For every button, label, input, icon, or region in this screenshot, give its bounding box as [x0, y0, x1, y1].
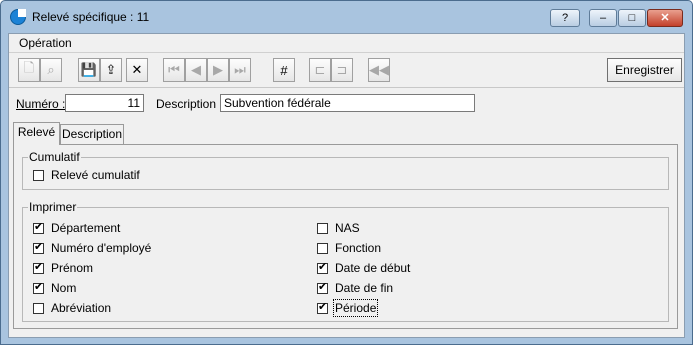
export-icon: ⇪ — [105, 62, 117, 77]
new-icon: 🗋 — [23, 60, 35, 75]
binoculars-button[interactable]: ⌕ — [40, 58, 62, 82]
checkbox-label: Date de fin — [335, 281, 394, 295]
menu-bar: Opération — [9, 34, 684, 51]
checkbox-label: NAS — [335, 221, 360, 235]
next-record-button[interactable]: ▶ — [207, 58, 229, 82]
maximize-button[interactable]: □ — [618, 9, 646, 27]
checkbox-label: Nom — [51, 281, 77, 295]
checkbox-label: Prénom — [51, 261, 94, 275]
window: Relevé spécifique : 11 ? – □ ✕ Opération… — [0, 0, 693, 345]
first-record-button[interactable]: ⏮ — [163, 58, 185, 82]
tab-description[interactable]: Description — [60, 124, 124, 145]
save-button[interactable]: 💾 — [78, 58, 100, 82]
previous-record-icon: ◀ — [191, 62, 201, 77]
checkbox-box[interactable] — [33, 261, 44, 274]
next-record-icon: ▶ — [213, 62, 223, 77]
delete-icon: ✕ — [131, 62, 143, 77]
checkbox-box[interactable] — [33, 169, 44, 181]
checkbox-label: Département — [51, 221, 121, 235]
app-icon — [10, 9, 26, 25]
export-button[interactable]: ⇪ — [100, 58, 122, 82]
help-button[interactable]: ? — [550, 9, 580, 27]
rewind-icon: ◀◀ — [369, 62, 389, 77]
checkbox-box[interactable] — [317, 222, 328, 234]
rewind-button[interactable]: ◀◀ — [368, 58, 390, 82]
checkbox-right-2[interactable]: Date de début — [317, 261, 410, 275]
close-button[interactable]: ✕ — [647, 9, 683, 27]
tab-panel: Cumulatif Relevé cumulatif Imprimer Dépa… — [13, 144, 678, 329]
checkbox-releve-cumulatif[interactable]: Relevé cumulatif — [33, 168, 140, 182]
renumber-icon: # — [280, 62, 288, 78]
group-title: Cumulatif — [28, 150, 81, 164]
save-icon: 💾 — [80, 62, 98, 77]
checkbox-box[interactable] — [317, 261, 328, 274]
cumulatif-group: Cumulatif Relevé cumulatif — [22, 150, 669, 190]
last-record-button[interactable]: ⏭ — [229, 58, 251, 82]
merge-right-button[interactable]: ⊐ — [331, 58, 353, 82]
client-area: Opération 🗋 ⌕ 💾 ⇪ ✕ ⏮ ◀ ▶ ⏭ # ⊏ ⊐ ◀◀ Enregistrer Num… — [8, 33, 685, 338]
divider — [9, 87, 684, 88]
checkbox-label: Numéro d'employé — [51, 241, 152, 255]
menu-operation[interactable]: Opération — [19, 36, 72, 50]
merge-right-icon: ⊐ — [336, 62, 348, 77]
tab-releve[interactable]: Relevé — [13, 122, 60, 145]
renumber-button[interactable]: # — [273, 58, 295, 82]
checkbox-label: Période — [332, 299, 379, 317]
checkbox-box[interactable] — [317, 301, 328, 314]
checkbox-left-3[interactable]: Nom — [33, 281, 76, 295]
checkbox-box[interactable] — [33, 241, 44, 254]
description-label: Description : — [156, 97, 223, 111]
checkbox-box[interactable] — [317, 281, 328, 294]
checkbox-right-4[interactable]: Période — [317, 299, 379, 317]
save-button[interactable]: Enregistrer — [607, 58, 682, 82]
tab-label: Relevé — [17, 125, 56, 139]
title-bar[interactable]: Relevé spécifique : 11 ? – □ ✕ — [1, 1, 692, 33]
first-record-icon: ⏮ — [168, 62, 180, 77]
new-button[interactable]: 🗋 — [18, 58, 40, 82]
checkbox-left-1[interactable]: Numéro d'employé — [33, 241, 151, 255]
imprimer-group: Imprimer Département Numéro d'employé Prén… — [22, 200, 669, 322]
description-field[interactable]: Subvention fédérale — [220, 94, 475, 112]
numero-field[interactable]: 11 — [65, 94, 144, 112]
checkbox-box[interactable] — [33, 221, 44, 234]
merge-left-icon: ⊏ — [314, 62, 326, 77]
checkbox-label: Date de début — [335, 261, 411, 275]
delete-button[interactable]: ✕ — [126, 58, 148, 82]
checkbox-box[interactable] — [33, 302, 44, 314]
checkbox-label: Fonction — [335, 241, 382, 255]
checkbox-right-0[interactable]: NAS — [317, 221, 360, 235]
binoculars-icon: ⌕ — [47, 62, 55, 77]
checkbox-label: Abréviation — [51, 301, 112, 315]
checkbox-label: Relevé cumulatif — [51, 168, 140, 182]
group-title: Imprimer — [28, 200, 78, 214]
checkbox-right-1[interactable]: Fonction — [317, 241, 381, 255]
last-record-icon: ⏭ — [234, 62, 246, 77]
checkbox-right-3[interactable]: Date de fin — [317, 281, 393, 295]
checkbox-left-0[interactable]: Département — [33, 221, 120, 235]
minimize-button[interactable]: – — [589, 9, 617, 27]
checkbox-box[interactable] — [33, 281, 44, 294]
checkbox-left-2[interactable]: Prénom — [33, 261, 93, 275]
checkbox-box[interactable] — [317, 242, 328, 254]
divider — [9, 52, 684, 53]
checkbox-left-4[interactable]: Abréviation — [33, 301, 111, 315]
previous-record-button[interactable]: ◀ — [185, 58, 207, 82]
merge-left-button[interactable]: ⊏ — [309, 58, 331, 82]
tab-label: Description — [61, 127, 123, 141]
window-title: Relevé spécifique : 11 — [32, 10, 150, 24]
numero-label: Numéro : — [16, 97, 66, 111]
